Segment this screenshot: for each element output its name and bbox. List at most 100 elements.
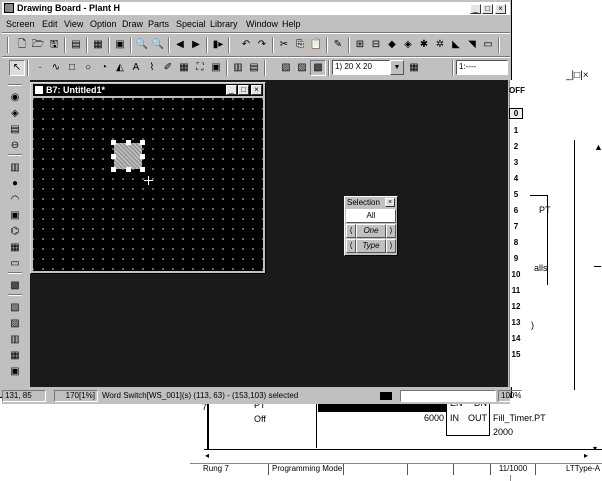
open-icon[interactable]: 🗁 [30, 37, 46, 53]
grid-dropdown-icon[interactable]: ▼ [390, 60, 404, 75]
menu-special[interactable]: Special [176, 17, 206, 31]
selection-handle-s[interactable] [126, 167, 131, 172]
numeric-part-icon[interactable]: ▣ [7, 364, 23, 378]
prev-icon[interactable]: ◀ [172, 37, 188, 53]
trend-part-icon[interactable]: ▨ [7, 316, 23, 330]
selection-handle-ne[interactable] [140, 140, 145, 145]
menu-library[interactable]: Library [210, 17, 238, 31]
ladder-scroll-right[interactable]: ▸ [584, 451, 588, 460]
table-tool-icon[interactable]: ▦ [176, 60, 192, 76]
table-part-icon[interactable]: ▦ [7, 240, 23, 254]
rect-tool-icon[interactable]: □ [64, 60, 80, 76]
layout-icon[interactable]: ▭ [480, 37, 496, 53]
copy2-icon[interactable]: ⎘ [292, 37, 308, 53]
word-switch-part[interactable] [114, 143, 142, 169]
date-part-icon[interactable]: ▩ [7, 278, 23, 292]
text-tool-icon[interactable]: A [128, 60, 144, 76]
paste2-icon[interactable]: 📋 [308, 37, 324, 53]
close-button[interactable]: × [495, 4, 506, 14]
selection-handle-w[interactable] [111, 154, 116, 159]
layer-0[interactable]: 0 [509, 108, 523, 119]
zoom-out-icon[interactable]: 🔍 [150, 37, 166, 53]
layer-select[interactable]: 1:---- [456, 60, 508, 75]
align-icon[interactable]: ◆ [384, 37, 400, 53]
screen2-icon[interactable]: ▨ [294, 60, 310, 76]
layer-15[interactable]: 15 [509, 350, 523, 359]
menu-draw[interactable]: Draw [122, 17, 143, 31]
select-type-prev-button[interactable]: ⟨ [346, 239, 356, 253]
selection-close-button[interactable]: × [385, 198, 395, 207]
grid-size-select[interactable]: 1) 20 X 20 [332, 60, 390, 75]
recipe-part-icon[interactable]: ▥ [7, 332, 23, 346]
keypad-part-icon[interactable]: ▤ [7, 122, 23, 136]
fill-tool-icon[interactable]: ◭ [112, 60, 128, 76]
background-win-controls[interactable]: _|□|× [566, 70, 589, 81]
scissors-icon[interactable]: ✂ [276, 37, 292, 53]
ring-part-icon[interactable]: ● [7, 176, 23, 190]
polyline-tool-icon[interactable]: ∿ [48, 60, 64, 76]
selection-handle-se[interactable] [140, 167, 145, 172]
layer-13[interactable]: 13 [509, 318, 523, 327]
alarm-part-icon[interactable]: ⌬ [7, 224, 23, 238]
pointer-tool-icon[interactable]: ↖ [9, 60, 25, 76]
ungroup-icon[interactable]: ⊟ [368, 37, 384, 53]
layer-9[interactable]: 9 [509, 254, 523, 263]
pen-icon[interactable]: ✎ [330, 37, 346, 53]
layer-off[interactable]: OFF [509, 86, 525, 95]
child-minimize-button[interactable]: _ [226, 85, 237, 95]
select-type-button[interactable]: Type [356, 239, 386, 253]
selection-handle-sw[interactable] [111, 167, 116, 172]
child-maximize-button[interactable]: □ [238, 85, 249, 95]
list-part-icon[interactable]: ▭ [7, 256, 23, 270]
background-scrollbar[interactable] [574, 140, 575, 390]
cut-icon[interactable]: ▤ [68, 37, 84, 53]
ladder-scroll-left[interactable]: ◂ [205, 451, 209, 460]
grid-toggle-icon[interactable]: ▦ [406, 60, 422, 76]
next-icon[interactable]: ▶ [188, 37, 204, 53]
group-icon[interactable]: ⊞ [352, 37, 368, 53]
layer-3[interactable]: 3 [509, 158, 523, 167]
select-all-button[interactable]: All [346, 209, 396, 223]
menu-window[interactable]: Window [246, 17, 278, 31]
picture-tool-icon[interactable]: ▣ [208, 60, 224, 76]
background-up-arrow[interactable]: ▲ [594, 142, 602, 152]
select-one-prev-button[interactable]: ⟨ [346, 224, 356, 238]
layer-5[interactable]: 5 [509, 190, 523, 199]
copy-icon[interactable]: ▦ [90, 37, 106, 53]
select-type-next-button[interactable]: ⟩ [386, 239, 396, 253]
marker-tool-icon[interactable]: ✐ [160, 60, 176, 76]
undo-icon[interactable]: ↶ [238, 37, 254, 53]
layer-4[interactable]: 4 [509, 174, 523, 183]
layer-2[interactable]: 2 [509, 142, 523, 151]
ellipse-tool-icon[interactable]: ○ [80, 60, 96, 76]
maximize-button[interactable]: □ [482, 4, 493, 14]
layer-12[interactable]: 12 [509, 302, 523, 311]
calendar-part-icon[interactable]: ▦ [7, 348, 23, 362]
menu-edit[interactable]: Edit [42, 17, 58, 31]
select-one-button[interactable]: One [356, 224, 386, 238]
zoom-in-icon[interactable]: 🔍 [134, 37, 150, 53]
menu-screen[interactable]: Screen [6, 17, 35, 31]
lib2-icon[interactable]: ▤ [246, 60, 262, 76]
flip-icon[interactable]: ◈ [400, 37, 416, 53]
grid-icon[interactable]: ◥ [464, 37, 480, 53]
layer-10[interactable]: 10 [509, 270, 523, 279]
paste-icon[interactable]: ▣ [112, 37, 128, 53]
jump-icon[interactable]: ▮▸ [210, 37, 226, 53]
layer-6[interactable]: 6 [509, 206, 523, 215]
pattern-tool-icon[interactable]: ⌇ [144, 60, 160, 76]
minimize-button[interactable]: _ [470, 4, 481, 14]
redo-icon[interactable]: ↷ [254, 37, 270, 53]
lamp-part-icon[interactable]: ◈ [7, 106, 23, 120]
child-close-button[interactable]: × [251, 85, 262, 95]
layer-14[interactable]: 14 [509, 334, 523, 343]
select-one-next-button[interactable]: ⟩ [386, 224, 396, 238]
layer-8[interactable]: 8 [509, 238, 523, 247]
back-icon[interactable]: ◣ [448, 37, 464, 53]
lib1-icon[interactable]: ▥ [230, 60, 246, 76]
meter-part-icon[interactable]: ◠ [7, 192, 23, 206]
display-part-icon[interactable]: ▣ [7, 208, 23, 222]
menu-help[interactable]: Help [282, 17, 301, 31]
layer-7[interactable]: 7 [509, 222, 523, 231]
rotate-icon[interactable]: ✱ [416, 37, 432, 53]
